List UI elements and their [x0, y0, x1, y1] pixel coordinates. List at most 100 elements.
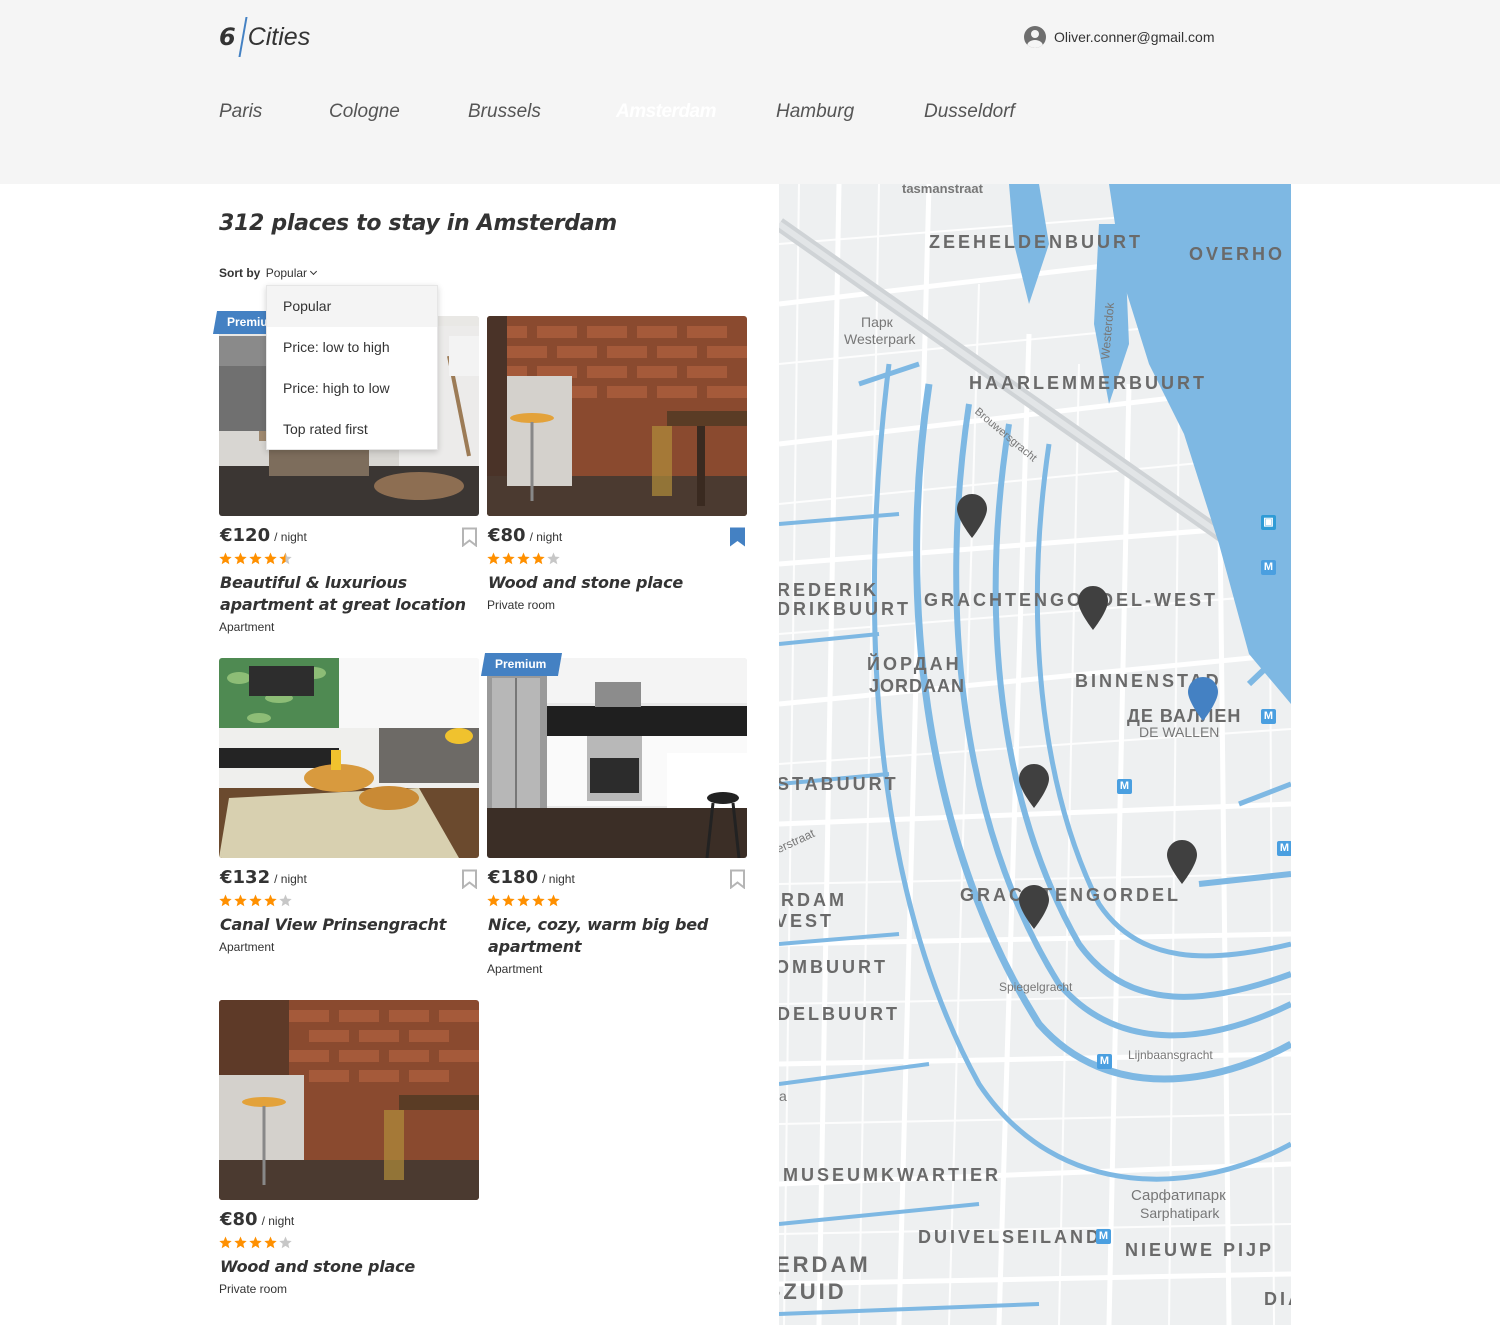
tab-brussels[interactable]: Brussels: [468, 93, 541, 131]
map-label: Сарфатипарк: [1131, 1187, 1226, 1204]
sort-dropdown: Popular Price: low to high Price: high t…: [266, 285, 438, 450]
logo-link[interactable]: 6 Cities: [219, 14, 310, 60]
map-label: Sarphatipark: [1140, 1205, 1220, 1221]
star-icon: [264, 552, 277, 565]
offer-image[interactable]: [219, 658, 479, 858]
rating-stars: [487, 894, 560, 907]
map-label: DUIVELSEILAND: [918, 1227, 1103, 1247]
metro-icon: M: [1117, 779, 1132, 794]
tab-hamburg[interactable]: Hamburg: [776, 93, 854, 131]
star-icon: [502, 552, 515, 565]
star-icon: [487, 552, 500, 565]
offer-name[interactable]: Nice, cozy, warm big bed apartment: [488, 914, 748, 958]
map-label: ZEEHELDENBUURT: [929, 232, 1144, 252]
offer-card[interactable]: €80/ night Wood and stone place Private …: [219, 1000, 479, 1296]
tab-amsterdam[interactable]: Amsterdam: [605, 93, 727, 131]
map-label: Westerpark: [844, 331, 916, 347]
map-label: GRACHTENGORDEL-WEST: [924, 590, 1218, 610]
star-icon: [249, 552, 262, 565]
map-pin-icon[interactable]: [1077, 585, 1109, 631]
metro-icon: M: [1261, 560, 1276, 575]
offer-card[interactable]: €132/ night Canal View Prinsengracht Apa…: [219, 658, 479, 954]
map-label: -ZUID: [779, 1279, 847, 1304]
sort-option-price-low-high[interactable]: Price: low to high: [267, 327, 437, 368]
tab-cologne[interactable]: Cologne: [329, 93, 400, 131]
header: 6 Cities Oliver.conner@gmail.com Paris C…: [0, 0, 1500, 184]
logo-text: Cities: [247, 22, 311, 51]
star-icon: [279, 1236, 292, 1249]
map-label: STABUURT: [779, 774, 899, 794]
metro-icon: M: [1096, 1229, 1111, 1244]
map-label: Lijnbaansgracht: [1128, 1048, 1213, 1062]
map-pin-icon[interactable]: [956, 493, 988, 539]
user-profile-link[interactable]: Oliver.conner@gmail.com: [1024, 26, 1215, 48]
sort-select[interactable]: Popular: [266, 266, 318, 280]
star-icon: [219, 552, 232, 565]
star-icon: [249, 894, 262, 907]
sort-option-top-rated[interactable]: Top rated first: [267, 409, 437, 450]
metro-icon: M: [1261, 709, 1276, 724]
map-label: OMBUURT: [779, 957, 888, 977]
map-pin-icon[interactable]: [1018, 763, 1050, 809]
offer-price: €80/ night: [488, 525, 563, 546]
map-label: JORDAAN: [869, 676, 966, 696]
map-pin-icon[interactable]: [1166, 839, 1198, 885]
user-avatar-icon: [1024, 26, 1046, 48]
offer-name[interactable]: Canal View Prinsengracht: [220, 914, 480, 936]
star-icon: [234, 1236, 247, 1249]
bookmark-icon[interactable]: [461, 869, 478, 889]
map-label: NIEUWE PIJP: [1125, 1240, 1275, 1260]
sort-option-price-high-low[interactable]: Price: high to low: [267, 368, 437, 409]
star-icon: [249, 1236, 262, 1249]
map-label: DE WALLEN: [1139, 724, 1220, 740]
offer-card[interactable]: €80/ night Wood and stone place Private …: [487, 316, 747, 612]
offer-image[interactable]: [487, 316, 747, 516]
star-icon: [532, 894, 545, 907]
rating-stars: [219, 1236, 292, 1249]
offer-type: Private room: [219, 1282, 288, 1296]
user-email: Oliver.conner@gmail.com: [1054, 29, 1215, 45]
offer-card[interactable]: Premium €180/ night Nice, cozy, warm big…: [487, 657, 747, 976]
map-pin-icon[interactable]: [1018, 884, 1050, 930]
star-icon: [502, 894, 515, 907]
city-map[interactable]: tasmanstraat ZEEHELDENBUURT OVERHO Парк …: [779, 184, 1291, 1325]
map-label: DIA: [1264, 1289, 1291, 1309]
bookmark-icon[interactable]: [729, 869, 746, 889]
bookmark-active-icon[interactable]: [729, 527, 746, 547]
map-label: VEST: [779, 911, 835, 931]
offer-image[interactable]: [219, 1000, 479, 1200]
map-label: RDAM: [781, 890, 847, 910]
map-label: DELBUURT: [779, 1004, 900, 1024]
star-icon: [279, 552, 292, 565]
offer-name[interactable]: Beautiful & luxurious apartment at great…: [220, 572, 480, 616]
offer-image[interactable]: [487, 658, 747, 858]
offer-price: €120/ night: [220, 525, 307, 546]
offer-type: Apartment: [219, 940, 275, 954]
offer-name[interactable]: Wood and stone place: [220, 1256, 480, 1278]
offer-name[interactable]: Wood and stone place: [488, 572, 748, 594]
map-label: GRACHTENGORDEL: [960, 885, 1181, 905]
star-icon: [487, 894, 500, 907]
map-label: OVERHO: [1189, 244, 1286, 264]
star-icon: [547, 894, 560, 907]
map-label: a: [779, 1088, 787, 1104]
star-icon: [532, 552, 545, 565]
premium-badge: Premium: [485, 653, 560, 676]
offer-price: €180/ night: [488, 867, 575, 888]
rating-stars: [487, 552, 560, 565]
map-pin-active-icon[interactable]: [1187, 676, 1219, 722]
map-label: MUSEUMKWARTIER: [783, 1165, 1001, 1185]
places-count-title: 312 places to stay in Amsterdam: [219, 211, 617, 236]
map-label: ЙОРДАН: [867, 654, 962, 674]
sort-option-popular[interactable]: Popular: [267, 286, 437, 327]
chevron-down-icon: [310, 267, 318, 276]
metro-icon: M: [1097, 1054, 1112, 1069]
tab-paris[interactable]: Paris: [219, 93, 262, 131]
tab-dusseldorf[interactable]: Dusseldorf: [924, 93, 1015, 131]
star-icon: [219, 894, 232, 907]
star-icon: [517, 894, 530, 907]
map-label: ERDAM: [779, 1252, 871, 1277]
map-label: Spiegelgracht: [999, 980, 1073, 994]
bookmark-icon[interactable]: [461, 527, 478, 547]
map-label: tasmanstraat: [902, 184, 983, 196]
